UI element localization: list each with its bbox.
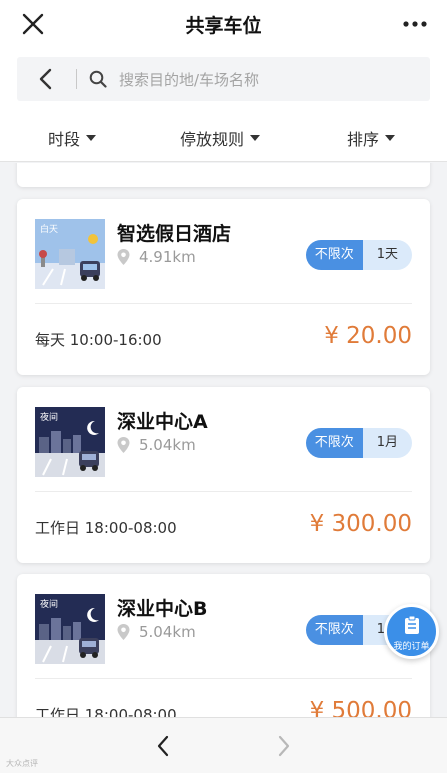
thumbnail-tag: 夜间 (40, 600, 59, 610)
distance: 5.04km (139, 623, 196, 641)
badge-type: 不限次 (305, 428, 363, 458)
parking-location: 5.04km (117, 436, 196, 454)
my-orders-button[interactable]: 我的订单 (384, 604, 439, 659)
filter-sort-label: 排序 (347, 130, 380, 149)
more-icon[interactable] (401, 14, 429, 34)
search-bar: 搜索目的地/车场名称 (0, 48, 447, 110)
parking-thumbnail-day: 白天 (35, 219, 105, 289)
parking-location: 5.04km (117, 623, 196, 641)
divider (35, 303, 412, 304)
caret-down-icon (250, 135, 261, 141)
list-item[interactable]: 夜间 深业中心A 5.04km 不限次 1月 工作日 18:00-08:00 ¥… (17, 387, 430, 563)
location-pin-icon (117, 624, 130, 640)
usage-badge: 不限次 1月 (305, 428, 412, 458)
badge-type: 不限次 (305, 240, 363, 270)
filter-parking-rules-label: 停放规则 (180, 130, 245, 149)
parking-name: 智选假日酒店 (117, 223, 232, 245)
search-separator (76, 69, 77, 89)
bottom-nav-bar: 大众点评 (0, 717, 447, 773)
parking-time: 每天 10:00-16:00 (35, 331, 162, 349)
back-arrow-icon[interactable] (154, 734, 172, 758)
badge-period: 1天 (362, 240, 412, 270)
divider (35, 491, 412, 492)
filter-time[interactable]: 时段 (48, 126, 97, 150)
top-bar: 共享车位 (0, 0, 447, 48)
divider (35, 678, 412, 679)
usage-badge: 不限次 1天 (305, 240, 412, 270)
my-orders-label: 我的订单 (393, 642, 430, 652)
filter-parking-rules[interactable]: 停放规则 (180, 126, 261, 150)
parking-name: 深业中心B (117, 598, 208, 620)
parking-time: 工作日 18:00-08:00 (35, 706, 177, 717)
clipboard-icon (405, 615, 419, 634)
search-input[interactable]: 搜索目的地/车场名称 (17, 57, 430, 101)
price: ¥ 300.00 (309, 511, 412, 537)
distance: 5.04km (139, 436, 196, 454)
list-item[interactable]: 夜间 深业中心B 5.04km 不限次 1月 工作日 18:00-08:00 ¥… (17, 574, 430, 717)
watermark: 大众点评 (6, 759, 38, 768)
caret-down-icon (86, 135, 97, 141)
parking-thumbnail-night: 夜间 (35, 594, 105, 664)
filter-sort[interactable]: 排序 (347, 126, 396, 150)
parking-location: 4.91km (117, 248, 196, 266)
parking-thumbnail-night: 夜间 (35, 407, 105, 477)
parking-time: 工作日 18:00-08:00 (35, 519, 177, 537)
back-icon[interactable] (35, 67, 57, 91)
distance: 4.91km (139, 248, 196, 266)
parking-name: 深业中心A (117, 411, 208, 433)
list-item[interactable]: 白天 智选假日酒店 4.91km 不限次 1天 每天 10:00-16:00 ¥… (17, 199, 430, 375)
search-placeholder: 搜索目的地/车场名称 (119, 71, 260, 89)
filter-bar: 时段 停放规则 排序 (0, 110, 447, 162)
price: ¥ 500.00 (309, 698, 412, 717)
price: ¥ 20.00 (324, 323, 412, 349)
caret-down-icon (385, 135, 396, 141)
search-icon (89, 70, 107, 88)
forward-arrow-icon[interactable] (275, 734, 293, 758)
parking-list: 白天 智选假日酒店 4.91km 不限次 1天 每天 10:00-16:00 ¥… (0, 163, 447, 717)
filter-time-label: 时段 (48, 130, 81, 149)
list-item-partial[interactable] (17, 163, 430, 187)
thumbnail-tag: 夜间 (40, 413, 59, 423)
page-title: 共享车位 (185, 15, 262, 37)
location-pin-icon (117, 437, 130, 453)
badge-type: 不限次 (305, 615, 363, 645)
thumbnail-tag: 白天 (40, 225, 59, 235)
location-pin-icon (117, 249, 130, 265)
badge-period: 1月 (362, 428, 412, 458)
